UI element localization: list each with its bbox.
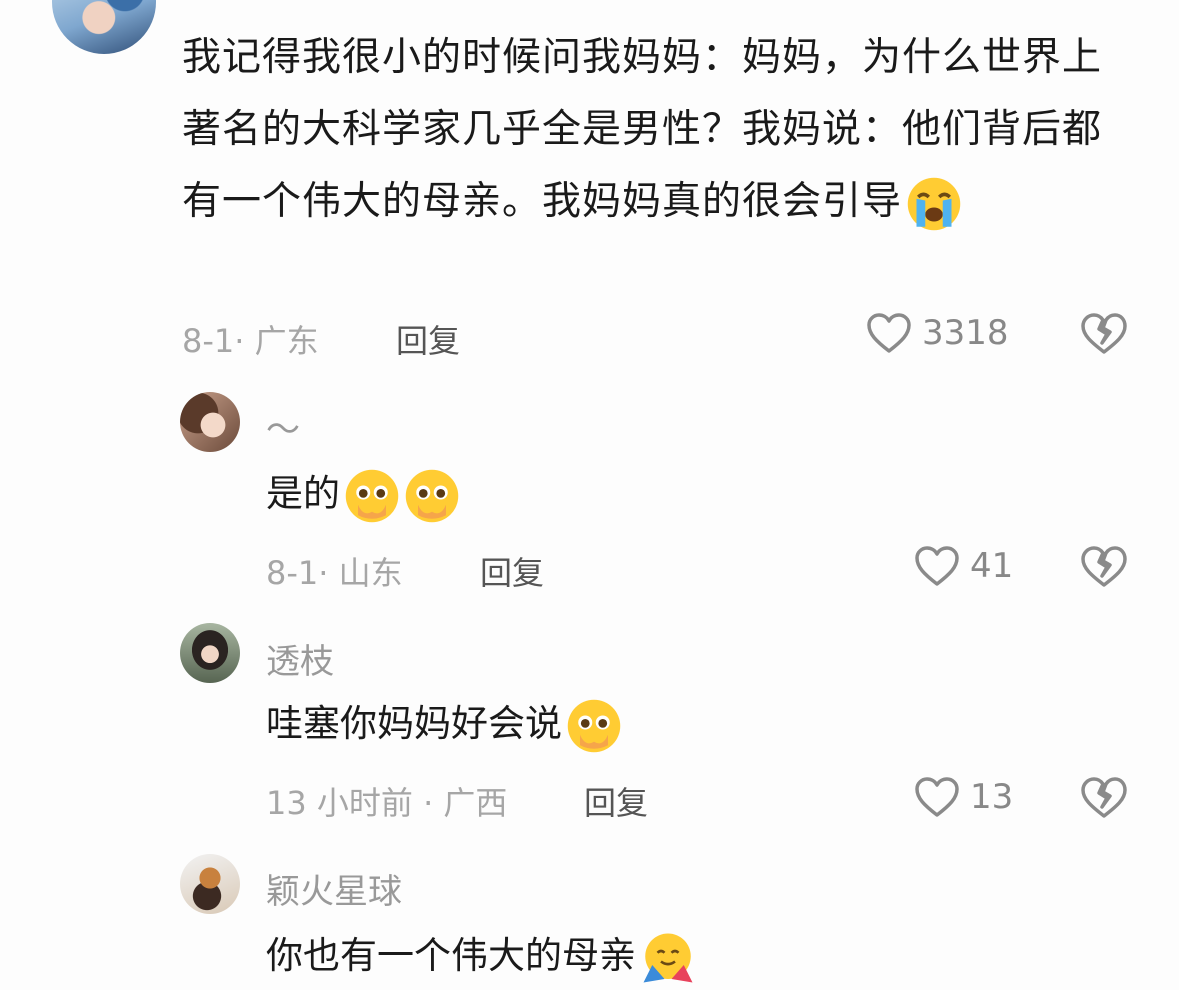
comment-meta: 8-1· 广东 bbox=[182, 322, 319, 360]
avatar[interactable] bbox=[52, 0, 156, 54]
reply-button[interactable]: 回复 bbox=[480, 548, 544, 594]
pleading-face-emoji bbox=[404, 468, 460, 524]
reply-meta: 13 小时前 · 广西 bbox=[266, 784, 508, 822]
like-button[interactable]: 41 bbox=[914, 545, 1013, 587]
heart-outline-icon bbox=[866, 312, 912, 354]
reply-meta: 8-1· 山东 bbox=[266, 554, 403, 592]
username[interactable]: 颖火星球 bbox=[266, 864, 402, 913]
like-button[interactable]: 3318 bbox=[866, 312, 1009, 354]
reply-button[interactable]: 回复 bbox=[396, 316, 460, 362]
broken-heart-icon[interactable] bbox=[1080, 312, 1128, 356]
comment-text: 我记得我很小的时候问我妈妈：妈妈，为什么世界上著名的大科学家几乎全是男性？我妈说… bbox=[182, 22, 1122, 238]
reply-button[interactable]: 回复 bbox=[584, 778, 648, 824]
avatar[interactable] bbox=[180, 623, 240, 683]
username[interactable]: 透枝 bbox=[266, 634, 334, 683]
like-count: 3318 bbox=[922, 313, 1009, 353]
like-button[interactable]: 13 bbox=[914, 776, 1013, 818]
reply-text: 是的 bbox=[266, 464, 460, 524]
heart-outline-icon bbox=[914, 776, 960, 818]
smiling-face-with-open-hands-emoji bbox=[640, 930, 696, 986]
pleading-face-emoji bbox=[344, 468, 400, 524]
avatar[interactable] bbox=[180, 392, 240, 452]
heart-outline-icon bbox=[914, 545, 960, 587]
reply-text: 你也有一个伟大的母亲 bbox=[266, 926, 696, 986]
broken-heart-icon[interactable] bbox=[1080, 545, 1128, 589]
reply-text: 哇塞你妈妈好会说 bbox=[266, 694, 622, 754]
avatar[interactable] bbox=[180, 854, 240, 914]
pleading-face-emoji bbox=[566, 698, 622, 754]
username[interactable]: ～ bbox=[266, 402, 300, 451]
like-count: 13 bbox=[970, 777, 1014, 817]
loudly-crying-face-emoji bbox=[906, 176, 962, 232]
broken-heart-icon[interactable] bbox=[1080, 776, 1128, 820]
like-count: 41 bbox=[970, 546, 1014, 586]
